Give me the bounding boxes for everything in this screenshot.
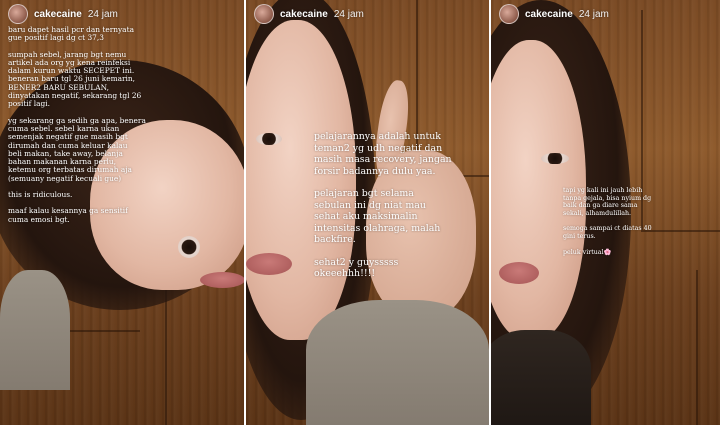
timestamp: 24 jam bbox=[87, 8, 118, 20]
username[interactable]: cakecaine bbox=[525, 9, 573, 20]
story-divider bbox=[244, 0, 246, 425]
story-header: cakecaine 24 jam bbox=[254, 4, 364, 24]
eye bbox=[256, 133, 282, 145]
timestamp: 24 jam bbox=[333, 8, 364, 20]
dark-top bbox=[491, 330, 591, 425]
story-panel-2[interactable]: cakecaine 24 jam pelajarannya adalah unt… bbox=[246, 0, 489, 425]
caption-paragraph: this is ridiculous. bbox=[8, 190, 73, 200]
eye bbox=[178, 236, 200, 258]
lips bbox=[200, 272, 245, 288]
caption-paragraph: tapi yg kali ini jauh lebih tanpa gejala… bbox=[563, 187, 652, 217]
profile-avatar-icon[interactable] bbox=[499, 4, 519, 24]
lips bbox=[499, 262, 539, 284]
story-caption: tapi yg kali ini jauh lebih tanpa gejala… bbox=[563, 187, 683, 264]
profile-avatar-icon[interactable] bbox=[254, 4, 274, 24]
wardrobe-panel-edge bbox=[696, 270, 698, 425]
sweater bbox=[0, 270, 70, 390]
caption-last-line: peluk virtual🌸 bbox=[563, 249, 683, 257]
story-panel-3[interactable]: cakecaine 24 jam tapi yg kali ini jauh l… bbox=[491, 0, 720, 425]
caption-paragraph: pelajarannya adalah untuk teman2 yg udh … bbox=[314, 131, 452, 177]
eye bbox=[541, 153, 569, 164]
story-caption: pelajarannya adalah untuk teman2 yg udh … bbox=[314, 131, 484, 291]
story-panel-1[interactable]: cakecaine 24 jam baru dapet hasil pcr da… bbox=[0, 0, 245, 425]
caption-paragraph: pelajaran bgt selama sebulan ini dg niat… bbox=[314, 188, 441, 245]
caption-paragraph: peluk virtual bbox=[563, 248, 604, 256]
username[interactable]: cakecaine bbox=[34, 9, 82, 20]
username[interactable]: cakecaine bbox=[280, 9, 328, 20]
story-header: cakecaine 24 jam bbox=[8, 4, 118, 24]
caption-paragraph: sumpah sebel, jarang bgt nemu artikel ad… bbox=[8, 49, 142, 109]
caption-paragraph: maaf kalau kesannya ga sensitif cuma emo… bbox=[8, 206, 128, 224]
sweater bbox=[306, 300, 489, 425]
timestamp: 24 jam bbox=[578, 8, 609, 20]
cherry-blossom-icon: 🌸 bbox=[603, 248, 612, 256]
caption-paragraph: semoga sampai ct diatas 40 gini terus. bbox=[563, 225, 652, 240]
caption-paragraph: yg sekarang ga sedih ga apa, benera cuma… bbox=[8, 115, 146, 183]
story-caption: baru dapet hasil pcr dan ternyata gue po… bbox=[8, 25, 176, 232]
story-divider bbox=[489, 0, 491, 425]
profile-avatar-icon[interactable] bbox=[8, 4, 28, 24]
caption-paragraph: sehat2 y guysssss okeeehhh!!!! bbox=[314, 256, 399, 280]
story-grid: cakecaine 24 jam baru dapet hasil pcr da… bbox=[0, 0, 720, 431]
lips bbox=[246, 253, 292, 275]
caption-paragraph: baru dapet hasil pcr dan ternyata gue po… bbox=[8, 25, 134, 43]
story-header: cakecaine 24 jam bbox=[499, 4, 609, 24]
